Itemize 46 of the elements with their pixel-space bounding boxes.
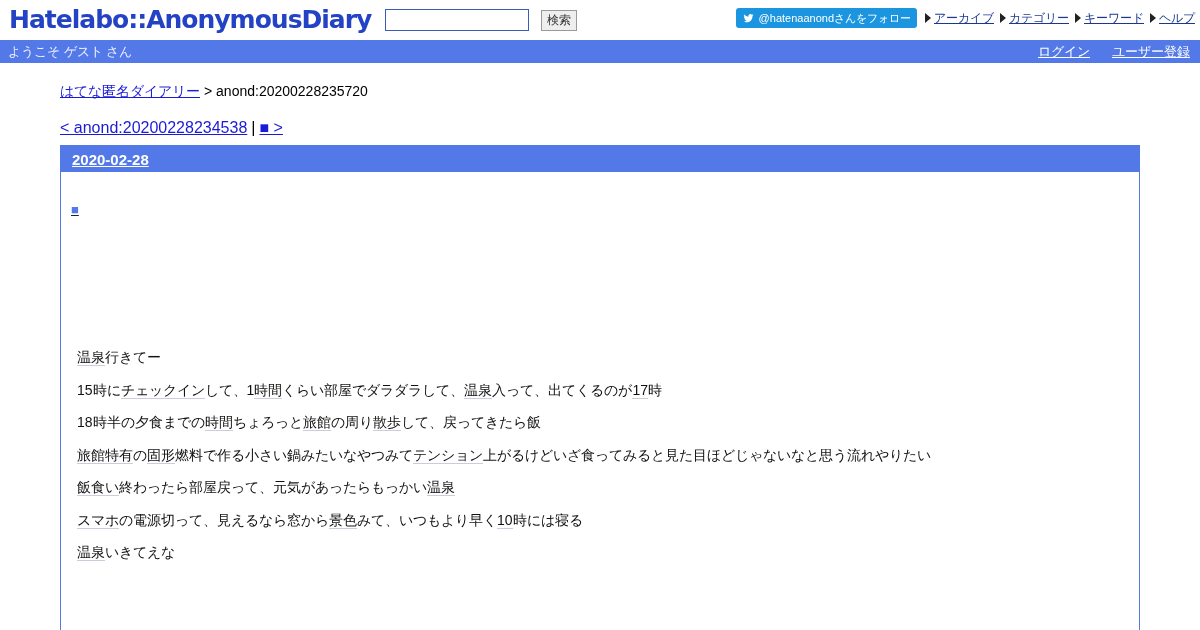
keyword-link[interactable]: 温泉: [464, 381, 493, 399]
keyword-link[interactable]: 温泉: [427, 479, 455, 496]
previous-link[interactable]: < anond:20200228234538: [60, 119, 248, 137]
keyword-link[interactable]: 時間: [254, 381, 283, 399]
breadcrumb-link[interactable]: はてな匿名ダイアリー: [60, 83, 200, 101]
account-link[interactable]: ユーザー登録: [1112, 42, 1190, 61]
arrow-icon: [1150, 13, 1156, 23]
search-button[interactable]: 検索: [541, 9, 578, 31]
keyword-link[interactable]: チェックイン: [120, 381, 205, 399]
keyword-link[interactable]: 景色: [329, 511, 357, 529]
body-paragraph: 飯食い終わったら部屋戻って、元気があったらもっかい温泉: [77, 478, 456, 496]
keyword-link[interactable]: 温泉: [77, 349, 105, 366]
nav-link[interactable]: ヘルプ: [1159, 9, 1195, 27]
search-field[interactable]: [385, 9, 530, 31]
keyword-link[interactable]: 旅館: [302, 414, 331, 431]
breadcrumb-current: > anond:20200228235720: [204, 83, 368, 101]
keyword-link[interactable]: 旅館特有: [77, 446, 133, 464]
arrow-icon: [925, 13, 931, 23]
entry-title-link[interactable]: ■: [71, 202, 79, 217]
body-paragraph: 温泉いきてえな: [77, 543, 176, 561]
keyword-link[interactable]: 温泉: [77, 544, 105, 561]
nav-link[interactable]: カテゴリー: [1009, 9, 1069, 27]
body-paragraph: 旅館特有の固形燃料で作る小さい鍋みたいなやつみて テンション上がるけどいざ食ってみると見た目ほどじゃないなと思う流れやりたい: [77, 445, 932, 464]
next-link[interactable]: ■ >: [259, 119, 283, 137]
keyword-link[interactable]: テンション: [413, 446, 483, 464]
keyword-link[interactable]: 10: [497, 511, 513, 529]
keyword-link[interactable]: 飯食い: [77, 479, 119, 496]
body-paragraph: 15時にチェックイン して、1時間 くらい部屋でダラダラして、温泉入って、出てくるのが17時: [77, 380, 663, 399]
arrow-icon: [1075, 13, 1081, 23]
nav-link[interactable]: アーカイブ: [934, 9, 994, 27]
arrow-icon: [1000, 13, 1006, 23]
nav-link[interactable]: キーワード: [1084, 9, 1144, 27]
site-logo[interactable]: Hatelabo::AnonymousDiary: [9, 4, 372, 34]
keyword-link[interactable]: 散歩: [372, 414, 401, 431]
pager-separator: |: [251, 119, 256, 137]
body-paragraph: 18時半の夕食までの時間ちょろっと旅館の周り散歩して、戻ってきたら飯: [77, 413, 542, 431]
date-link[interactable]: 2020-02-28: [72, 150, 149, 168]
body-paragraph: 温泉行きてー: [77, 348, 162, 366]
keyword-link[interactable]: 時間: [204, 414, 233, 431]
body-paragraph: スマホの電源切って、見えるなら窓から景色みて、いつもより早く 10時には寝る: [77, 510, 584, 529]
bird-icon: [741, 12, 755, 24]
keyword-link[interactable]: 固形: [147, 446, 175, 464]
welcome-text: ようこそ ゲスト さん: [8, 42, 133, 61]
account-link[interactable]: ログイン: [1038, 42, 1090, 61]
keyword-link[interactable]: スマホ: [77, 511, 119, 529]
keyword-link[interactable]: 17: [632, 381, 648, 399]
